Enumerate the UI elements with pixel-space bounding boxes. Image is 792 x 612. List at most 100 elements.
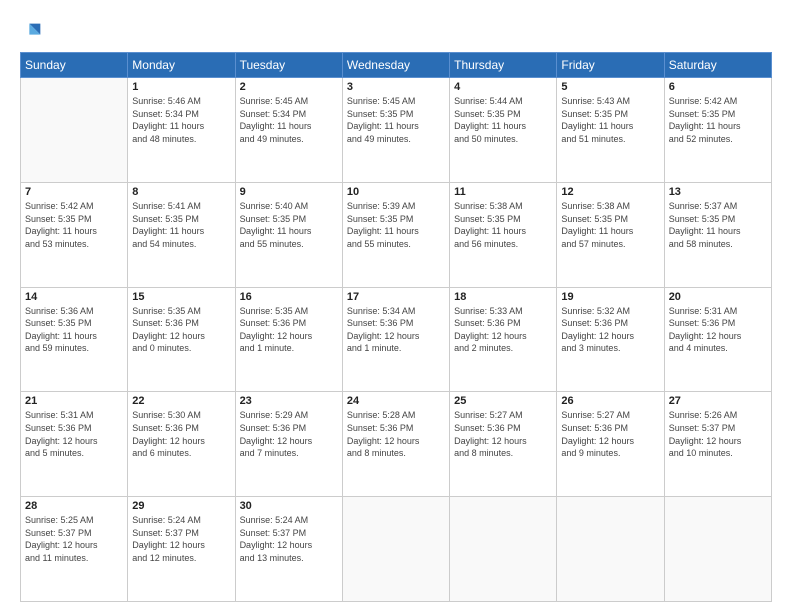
day-cell: 16 Sunrise: 5:35 AM Sunset: 5:36 PM Dayli… <box>235 287 342 392</box>
header <box>20 18 772 42</box>
day-cell: 22Sunrise: 5:30 AM Sunset: 5:36 PM Dayli… <box>128 392 235 497</box>
day-cell: 8 Sunrise: 5:41 AM Sunset: 5:35 PM Daylig… <box>128 182 235 287</box>
week-row-3: 14Sunrise: 5:36 AM Sunset: 5:35 PM Dayli… <box>21 287 772 392</box>
day-cell: 3Sunrise: 5:45 AM Sunset: 5:35 PM Daylig… <box>342 78 449 183</box>
day-number: 4 <box>454 81 552 93</box>
day-cell <box>557 497 664 602</box>
weekday-header-thursday: Thursday <box>450 53 557 78</box>
week-row-2: 7 Sunrise: 5:42 AM Sunset: 5:35 PM Daylig… <box>21 182 772 287</box>
day-number: 13 <box>669 186 767 198</box>
day-number: 20 <box>669 291 767 303</box>
day-cell <box>664 497 771 602</box>
day-info: Sunrise: 5:38 AM Sunset: 5:35 PM Dayligh… <box>454 200 552 250</box>
day-info: Sunrise: 5:24 AM Sunset: 5:37 PM Dayligh… <box>240 514 338 564</box>
day-number: 22 <box>132 395 230 407</box>
day-cell: 27 Sunrise: 5:26 AM Sunset: 5:37 PM Dayli… <box>664 392 771 497</box>
day-info: Sunrise: 5:43 AM Sunset: 5:35 PM Dayligh… <box>561 95 659 145</box>
day-info: Sunrise: 5:41 AM Sunset: 5:35 PM Dayligh… <box>132 200 230 250</box>
weekday-header-tuesday: Tuesday <box>235 53 342 78</box>
day-cell <box>342 497 449 602</box>
day-number: 23 <box>240 395 338 407</box>
day-cell: 23 Sunrise: 5:29 AM Sunset: 5:36 PM Dayli… <box>235 392 342 497</box>
day-cell: 15 Sunrise: 5:35 AM Sunset: 5:36 PM Dayli… <box>128 287 235 392</box>
day-number: 19 <box>561 291 659 303</box>
day-cell: 24Sunrise: 5:28 AM Sunset: 5:36 PM Dayli… <box>342 392 449 497</box>
day-cell: 13Sunrise: 5:37 AM Sunset: 5:35 PM Dayli… <box>664 182 771 287</box>
day-info: Sunrise: 5:34 AM Sunset: 5:36 PM Dayligh… <box>347 305 445 355</box>
day-cell: 4 Sunrise: 5:44 AM Sunset: 5:35 PM Daylig… <box>450 78 557 183</box>
day-number: 8 <box>132 186 230 198</box>
weekday-header-saturday: Saturday <box>664 53 771 78</box>
day-number: 12 <box>561 186 659 198</box>
day-number: 18 <box>454 291 552 303</box>
weekday-header-friday: Friday <box>557 53 664 78</box>
day-cell: 17 Sunrise: 5:34 AM Sunset: 5:36 PM Dayli… <box>342 287 449 392</box>
day-number: 28 <box>25 500 123 512</box>
day-cell: 9 Sunrise: 5:40 AM Sunset: 5:35 PM Daylig… <box>235 182 342 287</box>
day-number: 14 <box>25 291 123 303</box>
day-info: Sunrise: 5:29 AM Sunset: 5:36 PM Dayligh… <box>240 409 338 459</box>
day-info: Sunrise: 5:35 AM Sunset: 5:36 PM Dayligh… <box>240 305 338 355</box>
day-info: Sunrise: 5:32 AM Sunset: 5:36 PM Dayligh… <box>561 305 659 355</box>
day-number: 7 <box>25 186 123 198</box>
day-number: 17 <box>347 291 445 303</box>
day-info: Sunrise: 5:33 AM Sunset: 5:36 PM Dayligh… <box>454 305 552 355</box>
day-cell: 1 Sunrise: 5:46 AM Sunset: 5:34 PM Daylig… <box>128 78 235 183</box>
page: SundayMondayTuesdayWednesdayThursdayFrid… <box>0 0 792 612</box>
day-number: 16 <box>240 291 338 303</box>
day-info: Sunrise: 5:31 AM Sunset: 5:36 PM Dayligh… <box>25 409 123 459</box>
week-row-5: 28 Sunrise: 5:25 AM Sunset: 5:37 PM Dayli… <box>21 497 772 602</box>
day-number: 27 <box>669 395 767 407</box>
day-info: Sunrise: 5:46 AM Sunset: 5:34 PM Dayligh… <box>132 95 230 145</box>
day-number: 15 <box>132 291 230 303</box>
day-number: 10 <box>347 186 445 198</box>
day-cell: 29 Sunrise: 5:24 AM Sunset: 5:37 PM Dayli… <box>128 497 235 602</box>
day-cell: 18 Sunrise: 5:33 AM Sunset: 5:36 PM Dayli… <box>450 287 557 392</box>
day-cell: 14Sunrise: 5:36 AM Sunset: 5:35 PM Dayli… <box>21 287 128 392</box>
day-cell: 12 Sunrise: 5:38 AM Sunset: 5:35 PM Dayli… <box>557 182 664 287</box>
week-row-4: 21 Sunrise: 5:31 AM Sunset: 5:36 PM Dayli… <box>21 392 772 497</box>
weekday-header-monday: Monday <box>128 53 235 78</box>
weekday-header-row: SundayMondayTuesdayWednesdayThursdayFrid… <box>21 53 772 78</box>
day-cell: 11 Sunrise: 5:38 AM Sunset: 5:35 PM Dayli… <box>450 182 557 287</box>
day-info: Sunrise: 5:31 AM Sunset: 5:36 PM Dayligh… <box>669 305 767 355</box>
day-info: Sunrise: 5:24 AM Sunset: 5:37 PM Dayligh… <box>132 514 230 564</box>
day-cell: 7 Sunrise: 5:42 AM Sunset: 5:35 PM Daylig… <box>21 182 128 287</box>
week-row-1: 1 Sunrise: 5:46 AM Sunset: 5:34 PM Daylig… <box>21 78 772 183</box>
day-cell: 5Sunrise: 5:43 AM Sunset: 5:35 PM Daylig… <box>557 78 664 183</box>
day-cell: 2Sunrise: 5:45 AM Sunset: 5:34 PM Daylig… <box>235 78 342 183</box>
day-number: 30 <box>240 500 338 512</box>
day-info: Sunrise: 5:44 AM Sunset: 5:35 PM Dayligh… <box>454 95 552 145</box>
day-number: 11 <box>454 186 552 198</box>
day-cell: 26Sunrise: 5:27 AM Sunset: 5:36 PM Dayli… <box>557 392 664 497</box>
day-info: Sunrise: 5:26 AM Sunset: 5:37 PM Dayligh… <box>669 409 767 459</box>
day-cell <box>450 497 557 602</box>
weekday-header-sunday: Sunday <box>21 53 128 78</box>
day-number: 21 <box>25 395 123 407</box>
day-info: Sunrise: 5:40 AM Sunset: 5:35 PM Dayligh… <box>240 200 338 250</box>
day-info: Sunrise: 5:28 AM Sunset: 5:36 PM Dayligh… <box>347 409 445 459</box>
logo <box>20 18 44 42</box>
day-number: 1 <box>132 81 230 93</box>
day-info: Sunrise: 5:42 AM Sunset: 5:35 PM Dayligh… <box>669 95 767 145</box>
day-info: Sunrise: 5:42 AM Sunset: 5:35 PM Dayligh… <box>25 200 123 250</box>
day-number: 9 <box>240 186 338 198</box>
day-info: Sunrise: 5:35 AM Sunset: 5:36 PM Dayligh… <box>132 305 230 355</box>
day-info: Sunrise: 5:39 AM Sunset: 5:35 PM Dayligh… <box>347 200 445 250</box>
day-number: 25 <box>454 395 552 407</box>
day-number: 29 <box>132 500 230 512</box>
logo-general <box>20 18 44 42</box>
day-cell: 19 Sunrise: 5:32 AM Sunset: 5:36 PM Dayli… <box>557 287 664 392</box>
day-info: Sunrise: 5:27 AM Sunset: 5:36 PM Dayligh… <box>454 409 552 459</box>
day-cell: 20 Sunrise: 5:31 AM Sunset: 5:36 PM Dayli… <box>664 287 771 392</box>
day-cell: 30 Sunrise: 5:24 AM Sunset: 5:37 PM Dayli… <box>235 497 342 602</box>
day-number: 6 <box>669 81 767 93</box>
day-number: 26 <box>561 395 659 407</box>
day-number: 2 <box>240 81 338 93</box>
day-info: Sunrise: 5:38 AM Sunset: 5:35 PM Dayligh… <box>561 200 659 250</box>
day-info: Sunrise: 5:25 AM Sunset: 5:37 PM Dayligh… <box>25 514 123 564</box>
day-cell: 10 Sunrise: 5:39 AM Sunset: 5:35 PM Dayli… <box>342 182 449 287</box>
day-info: Sunrise: 5:45 AM Sunset: 5:35 PM Dayligh… <box>347 95 445 145</box>
day-cell: 21 Sunrise: 5:31 AM Sunset: 5:36 PM Dayli… <box>21 392 128 497</box>
weekday-header-wednesday: Wednesday <box>342 53 449 78</box>
